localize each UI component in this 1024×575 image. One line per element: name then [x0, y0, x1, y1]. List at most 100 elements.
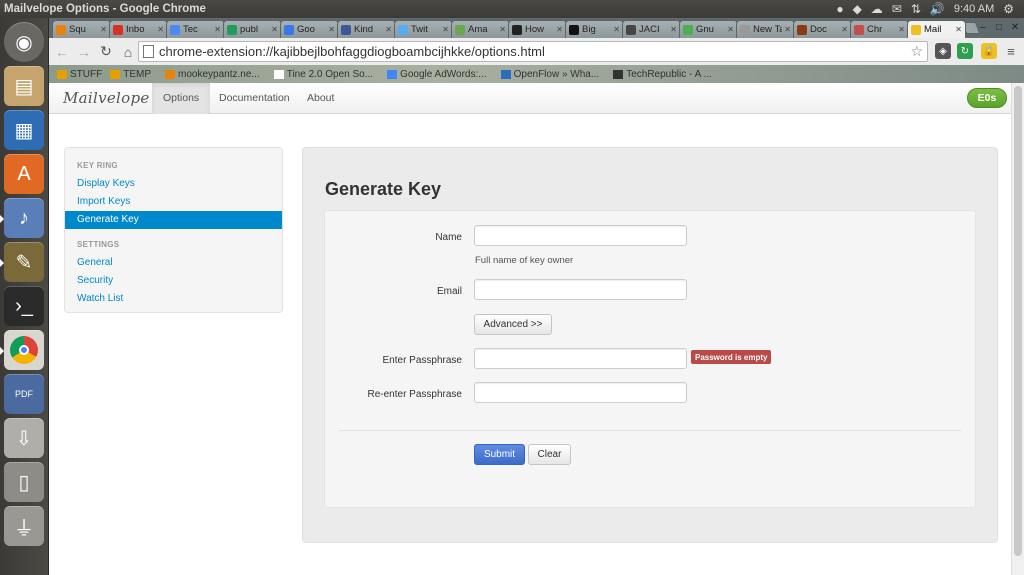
home-icon[interactable]: ⌂ [119, 43, 137, 61]
sidebar-item-watch-list[interactable]: Watch List [65, 290, 282, 308]
pocket-extension-icon[interactable]: ◈ [935, 43, 951, 59]
bookmark-item[interactable]: Tine 2.0 Open So... [273, 69, 373, 80]
scrollbar-thumb[interactable] [1014, 86, 1022, 556]
nav-options[interactable]: Options [152, 83, 211, 114]
browser-tab[interactable]: How ✕ [508, 20, 567, 38]
maximize-icon[interactable]: □ [992, 20, 1006, 34]
dropbox-icon[interactable]: ◆ [853, 2, 862, 16]
browser-tab[interactable]: Chr ✕ [850, 20, 909, 38]
refresh-extension-icon[interactable]: ↻ [957, 43, 973, 59]
advanced-button[interactable]: Advanced >> [474, 314, 552, 335]
bookmark-icon [613, 69, 624, 79]
bookmark-label: STUFF [70, 68, 103, 80]
audio-player-icon[interactable]: ♪ [4, 198, 44, 238]
browser-tab[interactable]: JACI ✕ [622, 20, 681, 38]
usb-drive-icon[interactable]: ⏚ [4, 506, 44, 546]
reload-icon[interactable]: ↻ [97, 43, 115, 61]
minimize-icon[interactable]: – [976, 20, 990, 34]
close-icon[interactable]: ✕ [1008, 20, 1022, 34]
bookmark-item[interactable]: Google AdWords:... [387, 69, 487, 80]
sidebar-item-security[interactable]: Security [65, 272, 282, 290]
tab-close-icon[interactable]: ✕ [556, 25, 563, 34]
cloud-icon[interactable]: ☁ [871, 2, 883, 16]
usb-creator-icon[interactable]: ⇩ [4, 418, 44, 458]
terminal-icon[interactable]: ›_ [4, 286, 44, 326]
pdf-shuffler-icon[interactable]: PDF [4, 374, 44, 414]
tab-close-icon[interactable]: ✕ [499, 25, 506, 34]
tab-close-icon[interactable]: ✕ [271, 25, 278, 34]
submit-button[interactable]: Submit [474, 444, 525, 465]
tab-close-icon[interactable]: ✕ [784, 25, 791, 34]
gear-icon[interactable]: ⚙ [1003, 2, 1014, 16]
mail-icon[interactable]: ✉ [892, 2, 902, 16]
tab-close-icon[interactable]: ✕ [898, 25, 905, 34]
tab-close-icon[interactable]: ✕ [385, 25, 392, 34]
sidebar-item-general[interactable]: General [65, 254, 282, 272]
network-icon[interactable]: ⇅ [911, 2, 921, 16]
bookmark-item[interactable]: mookeypantz.ne... [165, 69, 260, 80]
browser-tab[interactable]: Gnu ✕ [679, 20, 738, 38]
forward-icon[interactable]: → [75, 43, 93, 61]
browser-tab[interactable]: Squ ✕ [52, 20, 111, 38]
page-content: Mailvelope Options Documentation About E… [49, 83, 1011, 575]
ubuntu-dash-icon[interactable]: ◉ [4, 22, 44, 62]
sidebar: KEY RING Display Keys Import Keys Genera… [64, 147, 283, 313]
mailvelope-extension-icon[interactable]: 🔒 [981, 43, 997, 59]
tab-close-icon[interactable]: ✕ [328, 25, 335, 34]
sidebar-item-display-keys[interactable]: Display Keys [65, 175, 282, 193]
menu-icon[interactable]: ≡ [1003, 43, 1019, 59]
tab-close-icon[interactable]: ✕ [955, 25, 962, 34]
tab-close-icon[interactable]: ✕ [442, 25, 449, 34]
address-bar[interactable]: chrome-extension://kajibbejlbohfaggdiogb… [138, 41, 928, 62]
browser-tab[interactable]: Doc ✕ [793, 20, 852, 38]
sidebar-item-generate-key[interactable]: Generate Key [65, 211, 282, 229]
sidebar-item-import-keys[interactable]: Import Keys [65, 193, 282, 211]
repassphrase-input[interactable] [474, 382, 687, 403]
browser-tab[interactable]: Kind ✕ [337, 20, 396, 38]
tab-close-icon[interactable]: ✕ [841, 25, 848, 34]
bookmark-item[interactable]: TEMP [110, 69, 151, 80]
chrome-indicator-icon[interactable]: ● [836, 2, 843, 16]
media-player-icon[interactable]: ▯ [4, 462, 44, 502]
nav-documentation[interactable]: Documentation [208, 83, 301, 114]
tab-close-icon[interactable]: ✕ [100, 25, 107, 34]
browser-tab[interactable]: Goo ✕ [280, 20, 339, 38]
back-icon[interactable]: ← [53, 43, 71, 61]
writer-icon[interactable]: ▦ [4, 110, 44, 150]
browser-tab[interactable]: Tec ✕ [166, 20, 225, 38]
tab-close-icon[interactable]: ✕ [157, 25, 164, 34]
bookmark-icon [387, 69, 398, 79]
tab-close-icon[interactable]: ✕ [613, 25, 620, 34]
tab-close-icon[interactable]: ✕ [214, 25, 221, 34]
clear-button[interactable]: Clear [528, 444, 571, 465]
browser-tab[interactable]: Ama ✕ [451, 20, 510, 38]
chrome-icon[interactable] [4, 330, 44, 370]
tab-close-icon[interactable]: ✕ [670, 25, 677, 34]
bookmark-star-icon[interactable]: ☆ [910, 43, 923, 60]
gimp-icon[interactable]: ✎ [4, 242, 44, 282]
email-input[interactable] [474, 279, 687, 300]
bookmark-item[interactable]: STUFF [57, 69, 102, 80]
tab-close-icon[interactable]: ✕ [727, 25, 734, 34]
software-center-icon[interactable]: A [4, 154, 44, 194]
page-scrollbar[interactable] [1011, 83, 1024, 575]
browser-tab[interactable]: Inbo ✕ [109, 20, 168, 38]
bookmark-item[interactable]: OpenFlow » Wha... [500, 69, 599, 80]
bookmark-item[interactable]: TechRepublic - A ... [613, 69, 712, 80]
tab-favicon-icon [797, 24, 807, 35]
browser-tab[interactable]: Mail ✕ [907, 20, 966, 38]
files-icon[interactable]: ▤ [4, 66, 44, 106]
passphrase-input[interactable] [474, 348, 687, 369]
user-badge[interactable]: E0s [967, 88, 1007, 108]
browser-tab[interactable]: New Ta ✕ [736, 20, 795, 38]
nav-about[interactable]: About [296, 83, 345, 114]
bookmark-label: TEMP [123, 68, 151, 80]
brand-logo[interactable]: Mailvelope [63, 89, 150, 107]
clock[interactable]: 9:40 AM [954, 3, 994, 15]
browser-tab[interactable]: Big ✕ [565, 20, 624, 38]
name-input[interactable] [474, 225, 687, 246]
tab-favicon-icon [569, 24, 579, 35]
volume-icon[interactable]: 🔊 [930, 2, 945, 16]
browser-tab[interactable]: Twit ✕ [394, 20, 453, 38]
browser-tab[interactable]: publ ✕ [223, 20, 282, 38]
